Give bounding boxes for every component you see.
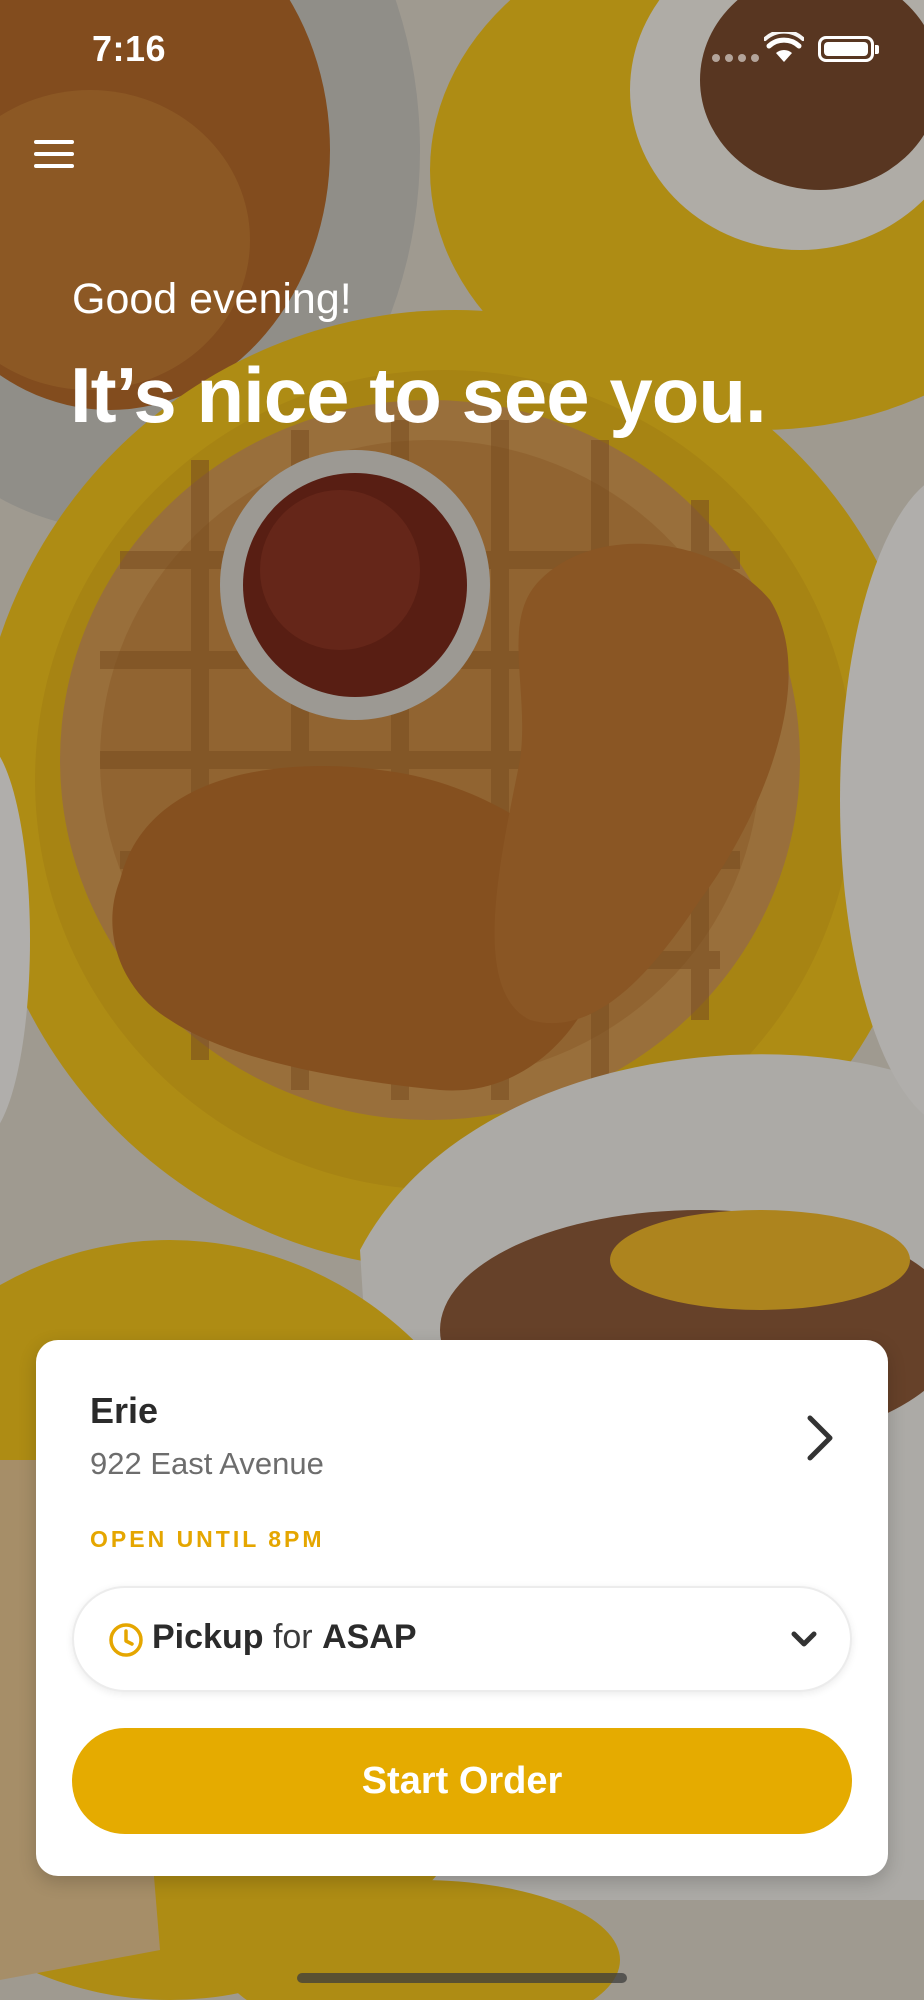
battery-icon (818, 36, 879, 62)
greeting-headline: It’s nice to see you. (70, 351, 767, 439)
location-name: Erie (90, 1390, 159, 1431)
order-mode: Pickup (152, 1618, 264, 1656)
chevron-right-icon (807, 1415, 833, 1461)
battery-level (824, 42, 868, 56)
hamburger-menu-icon[interactable] (34, 140, 74, 174)
order-type-label: Pickup for ASAP (152, 1618, 417, 1657)
location-selector[interactable]: Erie 922 East Avenue (90, 1390, 848, 1500)
order-time: ASAP (322, 1618, 417, 1656)
wifi-icon (764, 32, 804, 62)
cellular-signal-icon (712, 54, 759, 62)
open-status: OPEN UNTIL 8PM (90, 1526, 325, 1552)
order-connector: for (272, 1618, 313, 1656)
home-indicator[interactable] (297, 1973, 627, 1983)
status-bar: 7:16 (0, 0, 924, 100)
chevron-down-icon (791, 1631, 817, 1647)
location-address: 922 East Avenue (90, 1446, 324, 1481)
location-card: Erie 922 East Avenue OPEN UNTIL 8PM Pick… (36, 1340, 888, 1876)
clock-icon (109, 1623, 143, 1657)
start-order-button[interactable]: Start Order (72, 1728, 852, 1834)
order-type-selector[interactable]: Pickup for ASAP (72, 1586, 852, 1692)
status-time: 7:16 (92, 28, 167, 69)
greeting-salutation: Good evening! (72, 275, 352, 323)
